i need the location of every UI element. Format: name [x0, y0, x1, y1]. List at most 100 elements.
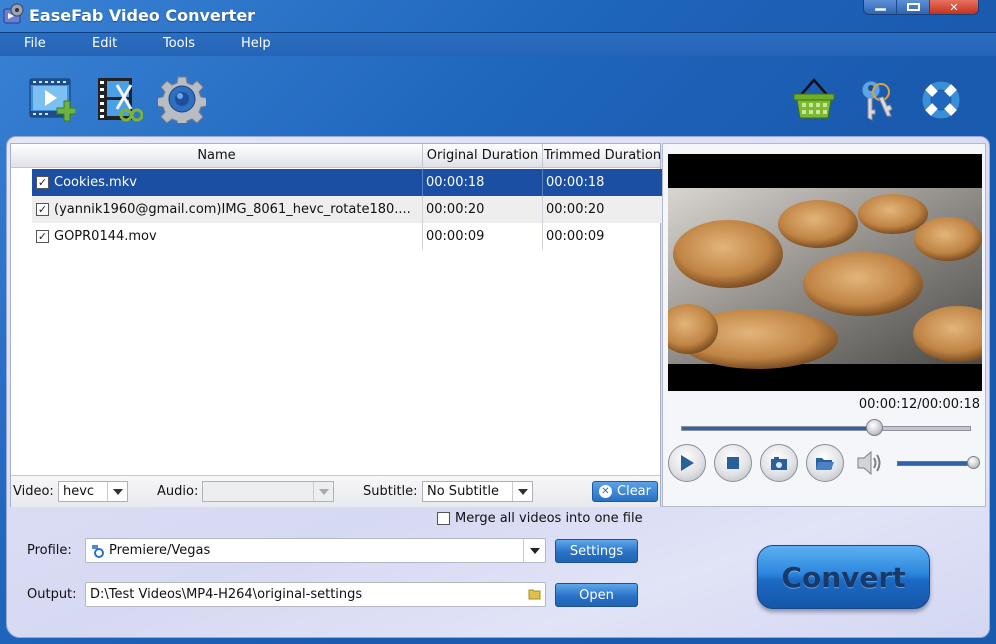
close-icon: ✕ — [949, 0, 959, 14]
profile-select[interactable]: Premiere/Vegas — [85, 538, 546, 563]
volume-slider[interactable] — [897, 461, 973, 466]
profile-icon — [92, 545, 104, 558]
check-icon: ✓ — [37, 203, 48, 216]
title-bar[interactable]: EaseFab Video Converter ✕ — [0, 0, 996, 32]
column-trimmed-duration[interactable]: Trimmed Duration — [543, 144, 662, 168]
settings-gear-icon[interactable] — [158, 75, 206, 123]
convert-button[interactable]: Convert — [757, 545, 930, 609]
snapshot-button[interactable] — [760, 444, 798, 482]
column-divider — [422, 196, 423, 223]
column-divider — [542, 196, 543, 223]
original-duration: 00:00:18 — [426, 175, 485, 190]
trimmed-duration: 00:00:20 — [546, 202, 605, 217]
app-window: EaseFab Video Converter ✕ File Edit Tool… — [0, 0, 996, 644]
minimize-button[interactable] — [864, 0, 897, 14]
folder-open-icon — [816, 458, 834, 470]
clear-x-icon: ✕ — [599, 485, 612, 498]
file-name: Cookies.mkv — [54, 175, 137, 190]
profile-settings-button[interactable]: Settings — [555, 539, 638, 563]
folder-icon[interactable] — [528, 588, 541, 600]
video-preview[interactable] — [668, 154, 982, 391]
trimmed-duration: 00:00:18 — [546, 175, 605, 190]
edit-video-icon[interactable] — [95, 75, 143, 123]
maximize-icon — [906, 3, 920, 11]
subtitle-label: Subtitle: — [363, 484, 418, 499]
menu-bar: File Edit Tools Help — [0, 32, 996, 56]
file-name: GOPR0144.mov — [54, 229, 157, 244]
open-output-button[interactable]: Open — [555, 583, 638, 607]
column-divider — [422, 223, 423, 250]
row-checkbox[interactable]: ✓ — [36, 203, 49, 216]
merge-checkbox[interactable]: Merge all videos into one file — [437, 511, 643, 526]
output-path-value: D:\Test Videos\MP4-H264\original-setting… — [90, 587, 363, 602]
original-duration: 00:00:20 — [426, 202, 485, 217]
file-row[interactable]: ✓ GOPR0144.mov 00:00:09 00:00:09 — [32, 223, 662, 250]
preview-panel: 00:00:12/00:00:18 — [662, 143, 986, 507]
check-icon: ✓ — [37, 176, 48, 189]
column-divider — [422, 169, 423, 196]
seek-handle[interactable] — [866, 419, 884, 436]
playback-time: 00:00:12/00:00:18 — [858, 397, 980, 412]
trimmed-duration: 00:00:09 — [546, 229, 605, 244]
track-selector-bar: Video: hevc Audio: Subtitle: No Subtitle… — [11, 475, 660, 507]
column-divider — [542, 169, 543, 196]
video-track-select[interactable]: hevc — [58, 481, 128, 502]
chevron-down-icon — [523, 539, 545, 562]
row-checkbox[interactable]: ✓ — [36, 230, 49, 243]
chevron-down-icon — [512, 482, 532, 501]
camera-icon — [771, 457, 787, 470]
seek-slider[interactable] — [681, 426, 971, 431]
original-duration: 00:00:09 — [426, 229, 485, 244]
file-row[interactable]: ✓ Cookies.mkv 00:00:18 00:00:18 — [32, 169, 662, 196]
app-logo-icon — [3, 3, 24, 24]
output-path-input[interactable]: D:\Test Videos\MP4-H264\original-setting… — [85, 582, 546, 607]
add-video-icon[interactable] — [28, 75, 76, 123]
column-original-duration[interactable]: Original Duration — [423, 144, 543, 168]
menu-file[interactable]: File — [24, 36, 46, 51]
list-header: Name Original Duration Trimmed Duration — [11, 144, 662, 168]
help-lifebuoy-icon[interactable] — [917, 76, 965, 124]
column-divider — [542, 223, 543, 250]
maximize-button[interactable] — [897, 0, 930, 14]
subtitle-select[interactable]: No Subtitle — [422, 481, 533, 502]
window-title: EaseFab Video Converter — [29, 6, 256, 25]
play-icon — [681, 455, 694, 471]
menu-tools[interactable]: Tools — [163, 36, 195, 51]
menu-edit[interactable]: Edit — [92, 36, 117, 51]
row-checkbox[interactable]: ✓ — [36, 176, 49, 189]
volume-handle[interactable] — [967, 456, 980, 469]
file-row[interactable]: ✓ (yannik1960@gmail.com)IMG_8061_hevc_ro… — [32, 196, 662, 223]
profile-value: Premiere/Vegas — [109, 543, 211, 558]
buy-basket-icon[interactable] — [790, 76, 838, 124]
stop-button[interactable] — [714, 444, 752, 482]
subtitle-value: No Subtitle — [427, 484, 499, 499]
close-button[interactable]: ✕ — [930, 0, 978, 14]
chevron-down-icon — [313, 482, 333, 501]
video-track-value: hevc — [63, 484, 95, 499]
menu-help[interactable]: Help — [241, 36, 271, 51]
profile-label: Profile: — [27, 543, 72, 558]
check-icon: ✓ — [37, 230, 48, 243]
clear-label: Clear — [617, 484, 651, 499]
seek-progress — [682, 427, 875, 430]
audio-track-label: Audio: — [157, 484, 199, 499]
video-track-label: Video: — [13, 484, 54, 499]
file-list: Name Original Duration Trimmed Duration … — [10, 143, 662, 507]
window-controls: ✕ — [863, 0, 979, 15]
minimize-icon — [874, 7, 886, 11]
stop-icon — [727, 457, 739, 469]
column-name[interactable]: Name — [11, 144, 423, 168]
play-button[interactable] — [668, 444, 706, 482]
convert-label: Convert — [781, 560, 906, 594]
merge-label: Merge all videos into one file — [455, 511, 643, 526]
video-frame — [668, 154, 982, 391]
open-folder-button[interactable] — [806, 444, 844, 482]
volume-icon[interactable] — [856, 450, 884, 476]
file-name: (yannik1960@gmail.com)IMG_8061_hevc_rota… — [54, 202, 411, 217]
audio-track-select[interactable] — [202, 481, 334, 502]
clear-button[interactable]: ✕ Clear — [592, 481, 658, 502]
merge-checkbox-box[interactable] — [437, 512, 450, 525]
chevron-down-icon — [107, 482, 127, 501]
register-keys-icon[interactable] — [855, 76, 903, 124]
output-label: Output: — [27, 587, 77, 602]
